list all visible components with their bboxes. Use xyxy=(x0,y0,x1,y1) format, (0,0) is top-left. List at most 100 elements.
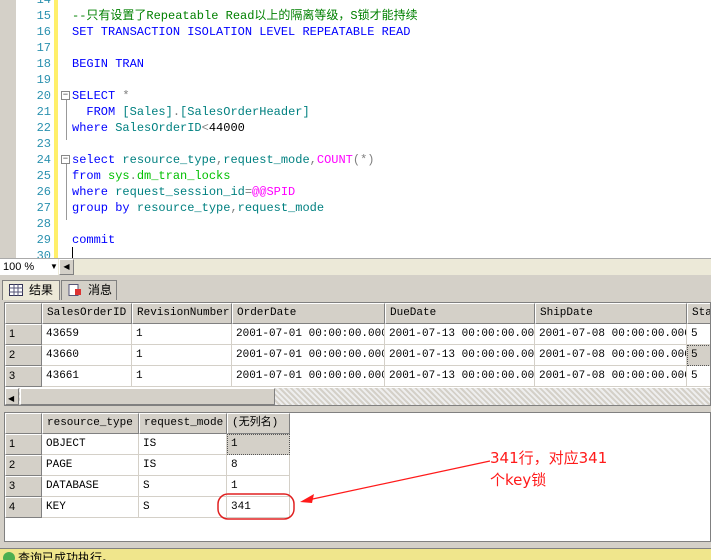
status-bar: 查询已成功执行。 xyxy=(0,548,711,560)
code-token: 44000 xyxy=(209,121,245,135)
line-number: 17 xyxy=(16,40,51,56)
row-header[interactable]: 2 xyxy=(5,455,42,476)
grid-cell[interactable]: 1 xyxy=(227,434,290,455)
grid-cell[interactable]: 2001-07-08 00:00:00.000 xyxy=(535,324,687,345)
grid-cell[interactable]: 2001-07-13 00:00:00.000 xyxy=(385,366,535,387)
code-token: , xyxy=(310,153,317,167)
row-header[interactable]: 1 xyxy=(5,324,42,345)
grid-corner[interactable] xyxy=(5,413,42,434)
grid-cell[interactable]: 2001-07-01 00:00:00.000 xyxy=(232,366,385,387)
grid-cell[interactable]: 341 xyxy=(227,497,290,518)
grid-cell[interactable]: 2001-07-08 00:00:00.000 xyxy=(535,345,687,366)
column-header[interactable]: resource_type xyxy=(42,413,139,434)
row-header[interactable]: 4 xyxy=(5,497,42,518)
grid-cell[interactable]: 2001-07-01 00:00:00.000 xyxy=(232,345,385,366)
chevron-down-icon: ▼ xyxy=(50,259,58,275)
grid-cell[interactable]: KEY xyxy=(42,497,139,518)
code-token: commit xyxy=(72,233,115,247)
sql-editor[interactable]: 1415--只有设置了Repeatable Read以上的隔离等级，S锁才能持续… xyxy=(0,0,711,258)
status-text: 查询已成功执行。 xyxy=(18,551,114,560)
column-header[interactable]: (无列名) xyxy=(227,413,290,434)
grid-cell[interactable]: 5 xyxy=(687,345,711,366)
grid-cell[interactable]: 1 xyxy=(132,366,232,387)
column-header[interactable]: DueDate xyxy=(385,303,535,324)
grid-cell[interactable]: 5 xyxy=(687,366,711,387)
line-number: 29 xyxy=(16,232,51,248)
scroll-left-button[interactable]: ◀ xyxy=(5,388,19,405)
grid-cell[interactable]: 2001-07-13 00:00:00.000 xyxy=(385,324,535,345)
grid-cell[interactable]: 1 xyxy=(227,476,290,497)
grid-cell[interactable]: 43661 xyxy=(42,366,132,387)
line-number: 30 xyxy=(16,248,51,258)
column-header[interactable]: request_mode xyxy=(139,413,227,434)
grid-cell[interactable]: 43660 xyxy=(42,345,132,366)
column-header[interactable]: OrderDate xyxy=(232,303,385,324)
grid-cell[interactable]: PAGE xyxy=(42,455,139,476)
code-token: group by xyxy=(72,201,137,215)
grid-cell[interactable]: DATABASE xyxy=(42,476,139,497)
tab-messages[interactable]: 消息 xyxy=(61,280,117,300)
code-line: 25from sys.dm_tran_locks xyxy=(0,168,711,184)
code-token: request_session_id xyxy=(115,185,245,199)
grid-cell[interactable]: S xyxy=(139,476,227,497)
line-number: 26 xyxy=(16,184,51,200)
grid-cell[interactable]: S xyxy=(139,497,227,518)
column-header[interactable]: ShipDate xyxy=(535,303,687,324)
horizontal-scrollbar[interactable]: ◀ xyxy=(5,388,711,406)
line-number: 24 xyxy=(16,152,51,168)
grid-cell[interactable]: 1 xyxy=(132,345,232,366)
grid-cell[interactable]: 2001-07-13 00:00:00.000 xyxy=(385,345,535,366)
line-number: 21 xyxy=(16,104,51,120)
code-token: @@SPID xyxy=(252,185,295,199)
row-header[interactable]: 3 xyxy=(5,366,42,387)
code-line: 30 xyxy=(0,248,711,258)
grid-cell[interactable]: 8 xyxy=(227,455,290,476)
scrollbar-thumb[interactable] xyxy=(20,388,275,405)
grid-cell[interactable]: 2001-07-08 00:00:00.000 xyxy=(535,366,687,387)
row-header[interactable]: 2 xyxy=(5,345,42,366)
code-text: SELECT * xyxy=(72,88,130,104)
tab-label: 结果 xyxy=(29,283,53,297)
line-number: 25 xyxy=(16,168,51,184)
tab-results[interactable]: 结果 xyxy=(2,280,60,300)
row-header[interactable]: 3 xyxy=(5,476,42,497)
column-header[interactable]: SalesOrderID xyxy=(42,303,132,324)
zoom-select[interactable]: 100 %▼ xyxy=(0,259,58,275)
code-token: select xyxy=(72,153,122,167)
column-header[interactable]: Sta xyxy=(687,303,711,324)
collapse-icon[interactable]: − xyxy=(61,91,70,100)
code-token: where xyxy=(72,121,115,135)
row-header[interactable]: 1 xyxy=(5,434,42,455)
grid-cell[interactable]: 1 xyxy=(132,324,232,345)
line-number: 18 xyxy=(16,56,51,72)
collapse-icon[interactable]: − xyxy=(61,155,70,164)
grid-cell[interactable]: 2001-07-01 00:00:00.000 xyxy=(232,324,385,345)
line-number: 14 xyxy=(16,0,51,8)
grid-cell[interactable]: IS xyxy=(139,455,227,476)
code-token: FROM xyxy=(72,105,122,119)
code-token: from xyxy=(72,169,108,183)
code-line: 14 xyxy=(0,0,711,8)
annotation-text: 341行，对应341 个key锁 xyxy=(490,447,607,491)
code-token: SELECT xyxy=(72,89,122,103)
grid-cell[interactable]: 43659 xyxy=(42,324,132,345)
code-token: request_mode xyxy=(223,153,309,167)
code-line: 15--只有设置了Repeatable Read以上的隔离等级，S锁才能持续 xyxy=(0,8,711,24)
line-number: 22 xyxy=(16,120,51,136)
grid-corner[interactable] xyxy=(5,303,42,324)
grid-cell[interactable]: IS xyxy=(139,434,227,455)
code-token: where xyxy=(72,185,115,199)
code-token: (*) xyxy=(353,153,375,167)
column-header[interactable]: RevisionNumber xyxy=(132,303,232,324)
grid-cell[interactable]: OBJECT xyxy=(42,434,139,455)
code-token: request_mode xyxy=(238,201,324,215)
code-line: 27group by resource_type,request_mode xyxy=(0,200,711,216)
results-grid-orders[interactable]: SalesOrderIDRevisionNumberOrderDateDueDa… xyxy=(4,302,711,406)
scroll-left-button[interactable]: ◀ xyxy=(59,259,74,275)
messages-icon xyxy=(68,284,82,296)
code-line: 20−SELECT * xyxy=(0,88,711,104)
code-token: . xyxy=(130,169,137,183)
grid-cell[interactable]: 5 xyxy=(687,324,711,345)
code-line: 22where SalesOrderID<44000 xyxy=(0,120,711,136)
code-line: 28 xyxy=(0,216,711,232)
